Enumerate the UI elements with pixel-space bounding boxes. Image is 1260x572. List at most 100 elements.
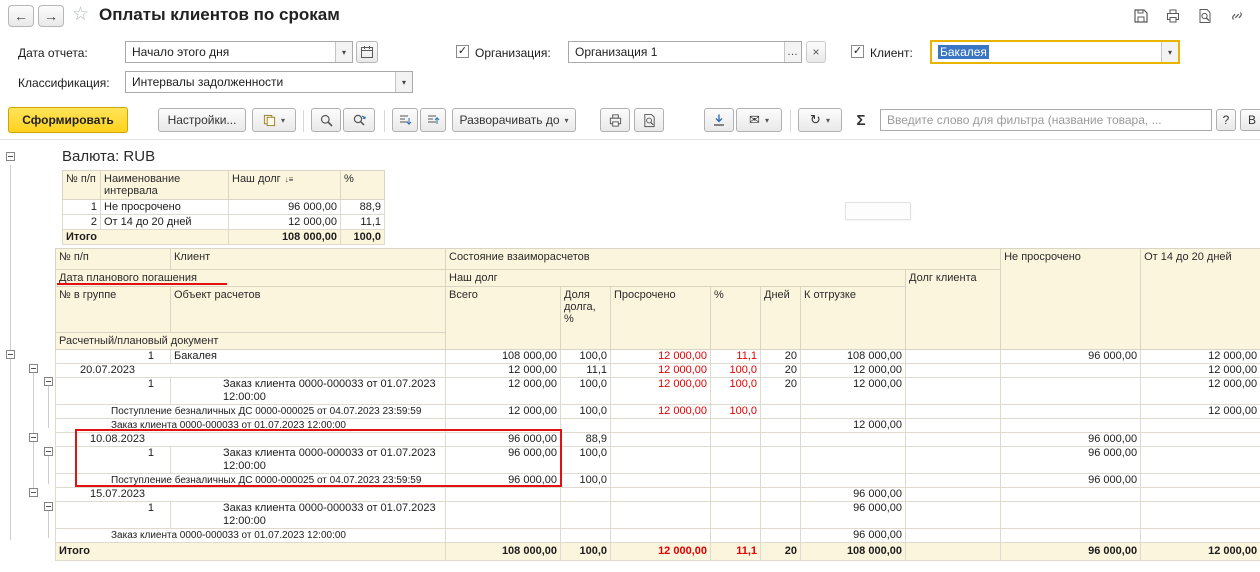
row-number[interactable]: 1	[56, 502, 171, 529]
find-in-report-button[interactable]	[1192, 5, 1218, 27]
favorite-star-icon[interactable]: ☆	[72, 3, 89, 26]
cell-dolgkl[interactable]	[906, 433, 1001, 447]
summary-name[interactable]: Не просрочено	[101, 200, 229, 215]
row-label[interactable]: Заказ клиента 0000-000033 от 01.07.2023 …	[171, 447, 446, 474]
get-link-button[interactable]	[1224, 5, 1250, 27]
cell-dolgkl[interactable]	[906, 405, 1001, 419]
cell-dolya[interactable]	[561, 502, 611, 529]
cell-o1420[interactable]	[1141, 447, 1260, 474]
table-row[interactable]: 1Заказ клиента 0000-000033 от 01.07.2023…	[56, 378, 1260, 405]
row-label[interactable]: Заказ клиента 0000-000033 от 01.07.2023 …	[171, 378, 446, 405]
table-row[interactable]: 1Бакалея108 000,00100,012 000,0011,12010…	[56, 350, 1260, 364]
cell-vsego[interactable]: 96 000,00	[446, 447, 561, 474]
collapse-groups-button[interactable]	[420, 108, 446, 132]
row-label[interactable]: Заказ клиента 0000-000033 от 01.07.2023 …	[171, 502, 446, 529]
cell-nepr[interactable]: 96 000,00	[1001, 350, 1141, 364]
summary-num[interactable]: 2	[63, 215, 101, 230]
organization-checkbox[interactable]: ✓	[456, 45, 469, 58]
cell-prosr[interactable]: 12 000,00	[611, 405, 711, 419]
row-label[interactable]: Заказ клиента 0000-000033 от 01.07.2023 …	[56, 529, 446, 543]
cell-o1420[interactable]: 12 000,00	[1141, 364, 1260, 378]
tree-collapse-button[interactable]	[44, 447, 53, 456]
cell-vsego[interactable]	[446, 488, 561, 502]
cell-o1420[interactable]	[1141, 419, 1260, 433]
total-dney[interactable]: 20	[761, 543, 801, 561]
cell-dney[interactable]: 20	[761, 364, 801, 378]
cell-o1420[interactable]	[1141, 502, 1260, 529]
print-preview-button[interactable]	[634, 108, 664, 132]
cell-prosr[interactable]	[611, 529, 711, 543]
cell-prosr[interactable]	[611, 433, 711, 447]
row-label[interactable]: Поступление безналичных ДС 0000-000025 о…	[56, 474, 446, 488]
cell-dolgkl[interactable]	[906, 364, 1001, 378]
cell-otgr[interactable]	[801, 447, 906, 474]
cell-prosr[interactable]: 12 000,00	[611, 378, 711, 405]
filter-input[interactable]	[880, 109, 1212, 131]
cell-o1420[interactable]: 12 000,00	[1141, 378, 1260, 405]
table-row[interactable]: Поступление безналичных ДС 0000-000025 о…	[56, 474, 1260, 488]
cell-nepr[interactable]	[1001, 364, 1141, 378]
cell-prosr[interactable]: 12 000,00	[611, 350, 711, 364]
cell-prosr[interactable]	[611, 488, 711, 502]
cell-prosr[interactable]	[611, 419, 711, 433]
cell-vsego[interactable]	[446, 502, 561, 529]
summary-row[interactable]: 1 Не просрочено 96 000,00 88,9	[63, 200, 385, 215]
cell-otgr[interactable]: 12 000,00	[801, 419, 906, 433]
cell-dney[interactable]	[761, 447, 801, 474]
table-row[interactable]: 1Заказ клиента 0000-000033 от 01.07.2023…	[56, 447, 1260, 474]
cell-o1420[interactable]	[1141, 474, 1260, 488]
cell-o1420[interactable]: 12 000,00	[1141, 350, 1260, 364]
total-dolgkl[interactable]	[906, 543, 1001, 561]
summary-num[interactable]: 1	[63, 200, 101, 215]
settings-button[interactable]: Настройки...	[158, 108, 246, 132]
total-vsego[interactable]: 108 000,00	[446, 543, 561, 561]
cell-nepr[interactable]: 96 000,00	[1001, 474, 1141, 488]
summary-debt[interactable]: 96 000,00	[229, 200, 341, 215]
tree-collapse-button[interactable]	[44, 502, 53, 511]
summary-name[interactable]: От 14 до 20 дней	[101, 215, 229, 230]
cell-vsego[interactable]: 108 000,00	[446, 350, 561, 364]
cell-vsego[interactable]	[446, 529, 561, 543]
cell-vsego[interactable]: 12 000,00	[446, 378, 561, 405]
cell-otgr[interactable]	[801, 433, 906, 447]
cell-dolgkl[interactable]	[906, 474, 1001, 488]
cell-dney[interactable]	[761, 474, 801, 488]
cell-prosr[interactable]	[611, 502, 711, 529]
cell-dney[interactable]	[761, 488, 801, 502]
search-button[interactable]	[311, 108, 341, 132]
cell-nepr[interactable]	[1001, 529, 1141, 543]
report-variants-button[interactable]: ▾	[252, 108, 296, 132]
print-button[interactable]	[600, 108, 630, 132]
cell-pct[interactable]	[711, 447, 761, 474]
organization-field[interactable]: Организация 1 …	[568, 41, 802, 63]
cell-otgr[interactable]: 96 000,00	[801, 488, 906, 502]
cell-dolgkl[interactable]	[906, 350, 1001, 364]
row-label[interactable]: Заказ клиента 0000-000033 от 01.07.2023 …	[56, 419, 446, 433]
cell-pct[interactable]: 100,0	[711, 405, 761, 419]
table-row[interactable]: 15.07.202396 000,00	[56, 488, 1260, 502]
cell-dolya[interactable]: 100,0	[561, 378, 611, 405]
cell-pct[interactable]: 100,0	[711, 378, 761, 405]
total-pct[interactable]: 11,1	[711, 543, 761, 561]
cell-pct[interactable]: 100,0	[711, 364, 761, 378]
cell-dolgkl[interactable]	[906, 502, 1001, 529]
execute-button[interactable]: В	[1240, 109, 1260, 131]
cell-dney[interactable]	[761, 419, 801, 433]
tree-collapse-button[interactable]	[29, 433, 38, 442]
cell-dolya[interactable]: 100,0	[561, 405, 611, 419]
tree-collapse-button[interactable]	[6, 152, 15, 161]
back-button[interactable]: ←	[8, 5, 34, 27]
cell-dolgkl[interactable]	[906, 488, 1001, 502]
print-icon-button[interactable]	[1160, 5, 1186, 27]
cell-pct[interactable]	[711, 488, 761, 502]
report-date-field[interactable]: Начало этого дня ▾	[125, 41, 353, 63]
cell-dolya[interactable]: 100,0	[561, 350, 611, 364]
row-number[interactable]: 1	[56, 447, 171, 474]
cell-vsego[interactable]: 96 000,00	[446, 433, 561, 447]
cell-pct[interactable]	[711, 419, 761, 433]
tree-collapse-button[interactable]	[29, 488, 38, 497]
cell-otgr[interactable]: 96 000,00	[801, 529, 906, 543]
save-icon-button[interactable]	[1128, 5, 1154, 27]
cell-o1420[interactable]	[1141, 433, 1260, 447]
forward-button[interactable]: →	[38, 5, 64, 27]
